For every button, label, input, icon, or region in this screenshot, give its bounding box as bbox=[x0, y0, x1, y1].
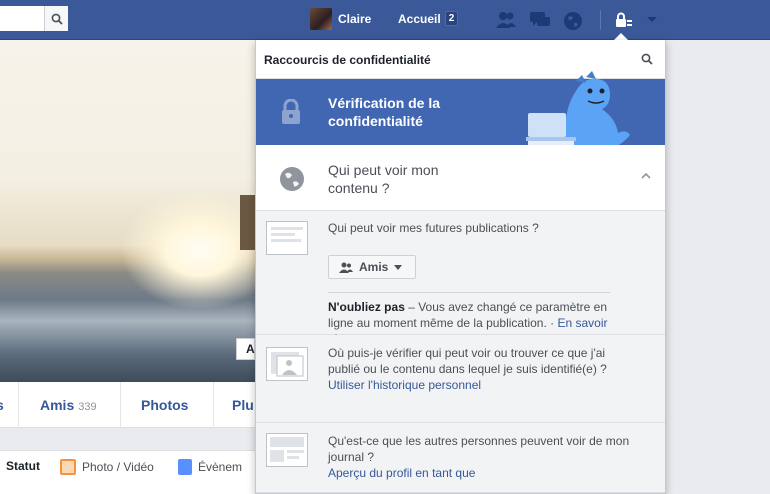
avatar bbox=[310, 8, 332, 30]
home-label: Accueil bbox=[398, 11, 441, 26]
future-posts-thumbnail-icon bbox=[266, 221, 308, 255]
tab-about[interactable]: s bbox=[0, 397, 4, 413]
activity-log-thumbnail-icon bbox=[266, 347, 308, 381]
tab-friends[interactable]: Amis 339 bbox=[40, 397, 97, 413]
note-bold: N'oubliez pas bbox=[328, 300, 405, 314]
cover-tower bbox=[240, 195, 255, 250]
topbar-divider bbox=[600, 10, 601, 30]
privacy-checkup-label: Vérification de la confidentialité bbox=[328, 94, 440, 130]
tab-divider bbox=[213, 382, 214, 428]
friends-count: 339 bbox=[78, 401, 97, 413]
privacy-checkup-banner[interactable]: Vérification de la confidentialité bbox=[256, 71, 665, 151]
view-as-link[interactable]: Aperçu du profil en tant que bbox=[328, 466, 475, 480]
flag-icon bbox=[178, 459, 192, 475]
profile-link[interactable]: Claire bbox=[310, 8, 371, 30]
tab-photos[interactable]: Photos bbox=[141, 397, 188, 413]
panel-title: Raccourcis de confidentialité bbox=[264, 53, 431, 67]
search-icon bbox=[51, 13, 63, 25]
tab-friends-label: Amis bbox=[40, 397, 75, 413]
composer-status-label: Statut bbox=[6, 459, 40, 473]
tab-more[interactable]: Plu bbox=[232, 397, 254, 413]
post-composer: Statut Photo / Vidéo Évènem bbox=[0, 450, 255, 494]
tab-about-label: s bbox=[0, 397, 4, 413]
who-can-see-my-stuff-toggle[interactable]: Qui peut voir mon contenu ? bbox=[256, 145, 665, 211]
checkup-line-1: Vérification de la bbox=[328, 95, 441, 111]
tab-more-label: Plu bbox=[232, 397, 254, 413]
future-posts-section: Qui peut voir mes futures publications ?… bbox=[256, 211, 665, 346]
activity-log-link[interactable]: Utiliser l'historique personnel bbox=[328, 378, 481, 392]
lock-icon bbox=[282, 99, 300, 124]
messages-icon[interactable] bbox=[528, 10, 552, 30]
audience-label: Amis bbox=[359, 260, 389, 274]
user-name: Claire bbox=[338, 12, 372, 26]
chevron-down-icon bbox=[394, 264, 403, 270]
activity-log-section: Où puis-je vérifier qui peut voir ou tro… bbox=[256, 335, 665, 423]
timeline-view-as-section: Qu'est-ce que les autres personnes peuve… bbox=[256, 423, 665, 493]
who-see-line-2: contenu ? bbox=[328, 180, 390, 196]
cover-sun-glare bbox=[120, 190, 255, 310]
privacy-shortcuts-panel: Raccourcis de confidentialité Vérificati… bbox=[255, 40, 666, 494]
chevron-down-icon[interactable] bbox=[646, 16, 658, 24]
activity-log-question: Où puis-je vérifier qui peut voir ou tro… bbox=[328, 345, 638, 393]
globe-icon[interactable] bbox=[562, 10, 584, 32]
composer-event-tab[interactable]: Évènem bbox=[178, 459, 242, 475]
checkup-line-2: confidentialité bbox=[328, 113, 423, 129]
profile-tabs: s Amis339 Photos Plu bbox=[0, 382, 255, 428]
privacy-shortcuts-button[interactable] bbox=[612, 8, 636, 32]
composer-event-label: Évènem bbox=[198, 460, 243, 474]
photo-icon bbox=[60, 459, 76, 475]
tab-photos-label: Photos bbox=[141, 397, 189, 413]
friends-icon bbox=[339, 262, 353, 273]
chevron-up-icon bbox=[641, 173, 651, 179]
privacy-dinosaur-illustration bbox=[526, 71, 630, 151]
globe-icon bbox=[280, 167, 304, 191]
friends-icon[interactable] bbox=[494, 10, 518, 30]
timeline-thumbnail-icon bbox=[266, 433, 308, 467]
timeline-question: Qu'est-ce que les autres personnes peuve… bbox=[328, 433, 638, 481]
home-link[interactable]: Accueil 2 bbox=[398, 11, 459, 26]
cover-button[interactable]: A bbox=[236, 338, 255, 360]
who-see-line-1: Qui peut voir mon bbox=[328, 162, 439, 178]
timeline-question-text: Qu'est-ce que les autres personnes peuve… bbox=[328, 434, 630, 464]
composer-photo-tab[interactable]: Photo / Vidéo bbox=[60, 459, 154, 475]
composer-status-tab[interactable]: Statut bbox=[6, 459, 40, 473]
audience-selector-button[interactable]: Amis bbox=[328, 255, 416, 279]
home-count-badge: 2 bbox=[444, 11, 459, 26]
search-button[interactable] bbox=[44, 6, 68, 31]
search-input[interactable] bbox=[0, 6, 68, 31]
who-can-see-label: Qui peut voir mon contenu ? bbox=[328, 161, 439, 197]
lock-icon bbox=[616, 12, 632, 27]
cover-photo: A bbox=[0, 40, 255, 382]
future-posts-question: Qui peut voir mes futures publications ? bbox=[328, 221, 539, 235]
composer-photo-label: Photo / Vidéo bbox=[82, 460, 154, 474]
top-navigation-bar: Claire Accueil 2 bbox=[0, 0, 770, 40]
activity-question-text: Où puis-je vérifier qui peut voir ou tro… bbox=[328, 346, 607, 376]
tab-divider bbox=[120, 382, 121, 428]
search-icon[interactable] bbox=[641, 53, 653, 65]
tab-divider bbox=[18, 382, 19, 428]
dropdown-caret bbox=[614, 33, 628, 40]
divider bbox=[328, 292, 610, 293]
